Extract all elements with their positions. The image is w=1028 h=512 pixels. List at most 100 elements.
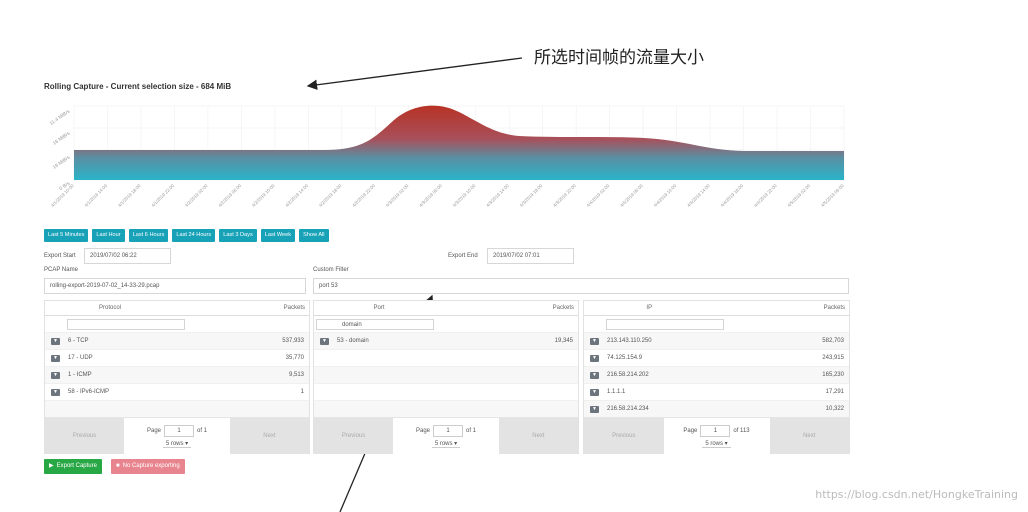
play-icon: ▶ xyxy=(49,463,54,469)
stop-icon: ■ xyxy=(116,463,120,469)
previous-button[interactable]: Previous xyxy=(314,418,394,454)
x-tick: 4/2/2019 14:00 xyxy=(284,183,309,208)
pagination: Previous Page 1 of 1 5 rows ▾ Next xyxy=(314,417,578,454)
page-label: Page xyxy=(146,427,161,434)
table-row[interactable]: ▼ 213.143.110.250 582,703 xyxy=(584,332,849,349)
table-row[interactable]: ▼ 58 - IPv6-ICMP 1 xyxy=(45,383,309,400)
x-tick: 4/4/2019 10:00 xyxy=(653,183,678,208)
x-tick: 4/5/2019 02:00 xyxy=(786,183,811,208)
port-table: Port Packets domain ▼ 53 - domain 19,345 P… xyxy=(313,300,579,454)
x-tick: 4/2/2019 10:00 xyxy=(251,183,276,208)
last-week-button[interactable]: Last Week xyxy=(260,229,296,242)
chart-title: Rolling Capture - Current selection size… xyxy=(44,82,232,91)
previous-button[interactable]: Previous xyxy=(584,418,664,454)
ip-filter-input[interactable] xyxy=(606,318,724,330)
rows-select[interactable]: 5 rows ▾ xyxy=(162,440,192,448)
y-tick: 19 MiB/s xyxy=(52,154,72,170)
next-button[interactable]: Next xyxy=(498,418,578,454)
table-row[interactable]: ▼ 216.58.214.234 10,322 xyxy=(584,400,849,417)
table-row[interactable]: ▼ 53 - domain 19,345 xyxy=(314,332,578,349)
packets-column-header[interactable]: Packets xyxy=(715,305,850,311)
filter-icon[interactable]: ▼ xyxy=(51,354,60,362)
page-label: Page xyxy=(415,427,430,434)
page-count: of 113 xyxy=(733,427,750,434)
time-range-buttons: Last 5 Minutes Last Hour Last 6 Hours La… xyxy=(44,229,329,242)
export-end-label: Export End xyxy=(448,253,478,259)
traffic-area xyxy=(74,105,844,180)
pagination: Previous Page 1 of 113 5 rows ▾ Next xyxy=(584,417,849,454)
traffic-chart[interactable]: 11.4 MiB/s 16 MiB/s 19 MiB/s 0 B/s 4/1/2… xyxy=(44,98,850,220)
previous-button[interactable]: Previous xyxy=(45,418,125,454)
filter-icon[interactable]: ▼ xyxy=(51,337,60,345)
x-tick: 4/1/2019 14:00 xyxy=(83,183,108,208)
page-input[interactable]: 1 xyxy=(433,424,463,437)
x-tick: 4/2/2019 02:00 xyxy=(184,183,209,208)
x-tick: 4/4/2019 18:00 xyxy=(720,183,745,208)
table-row[interactable]: ▼ 74.125.154.9 243,915 xyxy=(584,349,849,366)
filter-icon[interactable]: ▼ xyxy=(51,388,60,396)
export-end-input[interactable]: 2019/07/02 07:01 xyxy=(487,248,574,264)
last-hour-button[interactable]: Last Hour xyxy=(92,229,125,242)
packets-column-header[interactable]: Packets xyxy=(444,305,578,311)
x-tick: 4/1/2019 22:00 xyxy=(150,183,175,208)
filter-icon[interactable]: ▼ xyxy=(590,337,599,345)
next-button[interactable]: Next xyxy=(229,418,309,454)
last-3-days-button[interactable]: Last 3 Days xyxy=(219,229,257,242)
x-tick: 4/3/2019 14:00 xyxy=(485,183,510,208)
port-filter-input[interactable]: domain xyxy=(316,318,434,330)
table-row[interactable]: ▼ 1 - ICMP 9,513 xyxy=(45,366,309,383)
table-row xyxy=(45,400,309,417)
rows-select[interactable]: 5 rows ▾ xyxy=(431,440,461,448)
arrow-to-title xyxy=(306,57,523,90)
export-start-label: Export Start xyxy=(44,253,76,259)
filter-icon[interactable]: ▼ xyxy=(590,371,599,379)
pagination: Previous Page 1 of 1 5 rows ▾ Next xyxy=(45,417,309,454)
ip-column-header[interactable]: IP xyxy=(584,305,715,311)
x-tick: 4/3/2019 10:00 xyxy=(452,183,477,208)
filter-icon[interactable]: ▼ xyxy=(590,354,599,362)
filter-icon[interactable]: ▼ xyxy=(590,388,599,396)
packets-column-header[interactable]: Packets xyxy=(175,305,309,311)
export-start-input[interactable]: 2019/07/02 06:22 xyxy=(84,248,171,264)
table-row[interactable]: ▼ 17 - UDP 35,770 xyxy=(45,349,309,366)
last-24-hours-button[interactable]: Last 24 Hours xyxy=(172,229,216,242)
last-5-minutes-button[interactable]: Last 5 Minutes xyxy=(44,229,89,242)
page-input[interactable]: 1 xyxy=(700,424,731,437)
last-6-hours-button[interactable]: Last 6 Hours xyxy=(128,229,169,242)
page-label: Page xyxy=(683,427,698,434)
no-capture-exporting-button[interactable]: ■ No Capture exporting xyxy=(111,459,185,474)
export-capture-button[interactable]: ▶ Export Capture xyxy=(44,459,102,474)
filter-icon[interactable]: ▼ xyxy=(51,371,60,379)
protocol-filter-input[interactable] xyxy=(67,318,185,330)
filter-icon[interactable]: ▼ xyxy=(320,337,329,345)
y-tick: 11.4 MiB/s xyxy=(49,108,72,127)
x-tick: 4/4/2019 14:00 xyxy=(686,183,711,208)
protocol-table: Protocol Packets ▼ 6 - TCP 537,933 ▼ 17 - U… xyxy=(44,300,310,454)
table-row xyxy=(314,349,578,366)
table-row[interactable]: ▼ 1.1.1.1 17,291 xyxy=(584,383,849,400)
x-tick: 4/4/2019 02:00 xyxy=(586,183,611,208)
y-tick: 16 MiB/s xyxy=(52,130,72,146)
x-tick: 4/2/2019 18:00 xyxy=(318,183,343,208)
x-tick: 4/3/2019 22:00 xyxy=(552,183,577,208)
filter-icon[interactable]: ▼ xyxy=(590,405,599,413)
next-button[interactable]: Next xyxy=(769,418,849,454)
table-row[interactable]: ▼ 216.58.214.202 165,230 xyxy=(584,366,849,383)
x-tick: 4/3/2019 02:00 xyxy=(385,183,410,208)
watermark: https://blog.csdn.net/HongkeTraining xyxy=(815,488,1018,501)
x-tick: 4/4/2019 06:00 xyxy=(619,183,644,208)
x-tick: 4/2/2019 06:00 xyxy=(217,183,242,208)
protocol-column-header[interactable]: Protocol xyxy=(45,305,175,311)
rows-select[interactable]: 5 rows ▾ xyxy=(702,440,731,448)
table-row[interactable]: ▼ 6 - TCP 537,933 xyxy=(45,332,309,349)
table-row xyxy=(314,366,578,383)
port-column-header[interactable]: Port xyxy=(314,305,444,311)
page-count: of 1 xyxy=(197,427,208,434)
page-input[interactable]: 1 xyxy=(164,424,194,437)
custom-filter-input[interactable]: port 53 xyxy=(313,278,849,294)
custom-filter-label: Custom Filter xyxy=(313,267,349,273)
show-all-button[interactable]: Show All xyxy=(299,229,329,242)
x-tick: 4/2/2019 22:00 xyxy=(351,183,376,208)
x-tick: 4/1/2019 18:00 xyxy=(117,183,142,208)
pcap-name-input[interactable]: rolling-export-2019-07-02_14-33-29.pcap xyxy=(44,278,306,294)
